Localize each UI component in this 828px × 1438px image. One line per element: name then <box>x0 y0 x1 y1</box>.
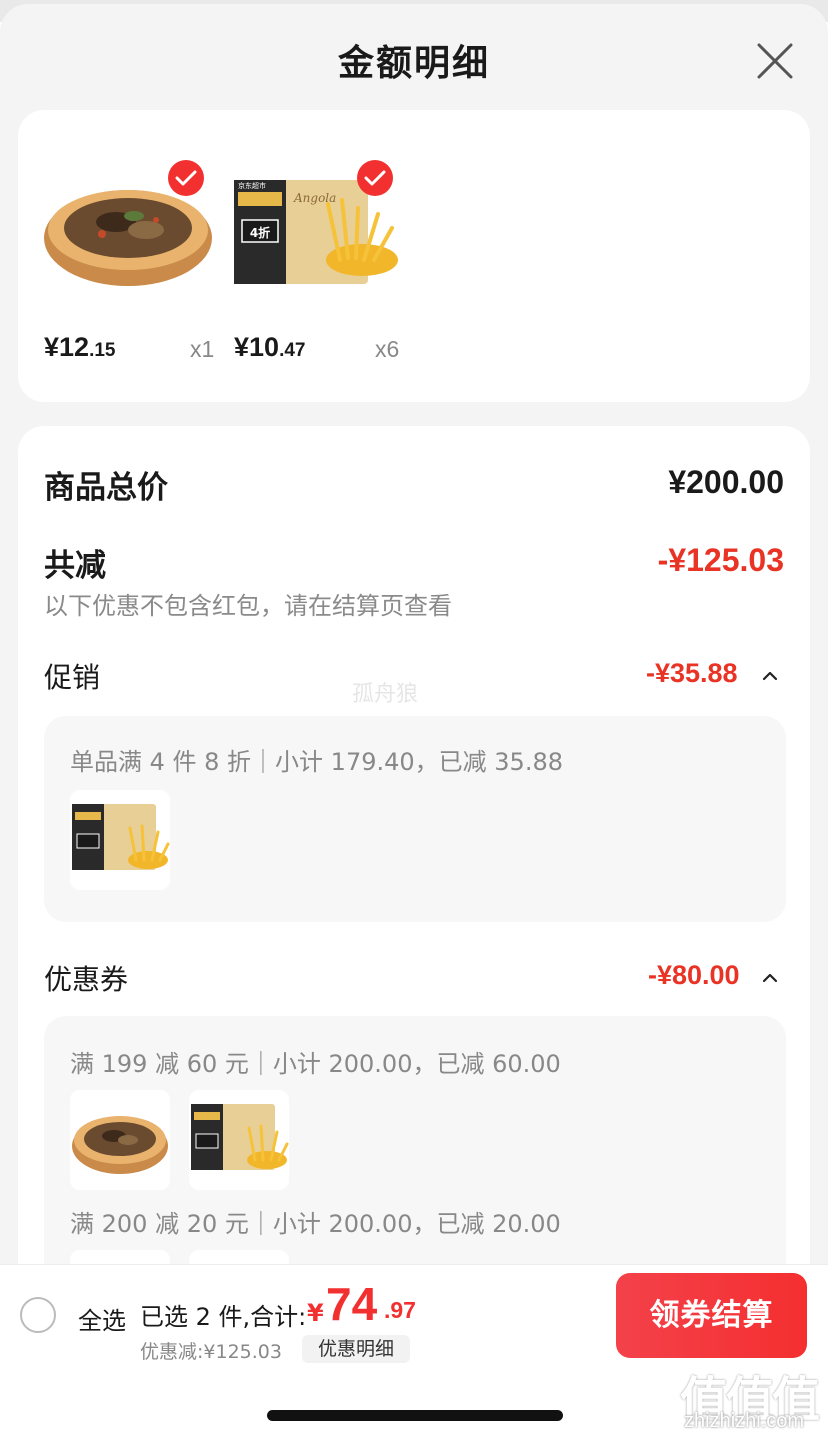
fries-package-image <box>191 1104 289 1170</box>
selected-check-icon[interactable] <box>357 160 393 196</box>
fries-brand-text: Angola <box>293 191 336 205</box>
promotion-rule-text: 单品满 4 件 8 折｜小计 179.40，已减 35.88 <box>70 748 563 776</box>
total-amount-integer: 74 <box>326 1278 378 1330</box>
discount-detail-link[interactable]: 优惠明细 <box>302 1335 410 1363</box>
total-reduce-value: -¥125.03 <box>657 542 784 578</box>
fries-badge-text: 4折 <box>250 225 270 240</box>
fries-store-text: 京东超市 <box>238 181 266 190</box>
total-price-value: ¥200.00 <box>668 464 784 500</box>
checkout-button[interactable]: 领券结算 <box>616 1273 807 1358</box>
coupon-rule-text: 满 200 减 20 元｜小计 200.00，已减 20.00 <box>70 1210 561 1238</box>
home-indicator <box>267 1410 563 1421</box>
select-all-label[interactable]: 全选 <box>78 1301 126 1336</box>
chevron-up-icon[interactable] <box>762 669 778 681</box>
sheet-title: 金额明细 <box>337 43 490 84</box>
chevron-up-icon[interactable] <box>762 971 778 983</box>
total-amount-fraction: .97 <box>384 1297 416 1323</box>
promotion-amount: -¥35.88 <box>646 658 738 688</box>
coupon-product-thumb[interactable] <box>189 1090 289 1190</box>
select-all-radio[interactable] <box>20 1297 56 1333</box>
selected-products-card: ¥12.15 x1 4折 京东超市 Angola ¥10.47 x6 <box>18 110 810 402</box>
coupon-label: 优惠券 <box>44 963 129 996</box>
site-watermark-url: zhizhizhi.com <box>684 1410 805 1432</box>
product-price: ¥10.47 <box>234 332 306 362</box>
promotion-label: 促销 <box>44 661 101 694</box>
total-price-label: 商品总价 <box>44 470 168 506</box>
coupon-product-thumb[interactable] <box>70 1090 170 1190</box>
coupon-amount: -¥80.00 <box>648 960 740 990</box>
product-price: ¥12.15 <box>44 332 116 362</box>
braised-meat-bowl-image <box>72 1116 168 1174</box>
discount-note: 以下优惠不包含红包，请在结算页查看 <box>44 592 452 620</box>
promotion-detail-box: 单品满 4 件 8 折｜小计 179.40，已减 35.88 <box>44 716 786 922</box>
promotion-product-thumb[interactable] <box>70 790 170 890</box>
fries-package-image <box>72 804 170 870</box>
total-reduce-label: 共减 <box>44 548 106 584</box>
coupon-detail-box: 满 199 减 60 元｜小计 200.00，已减 60.00 满 200 减 … <box>44 1016 786 1304</box>
selected-check-icon[interactable] <box>168 160 204 196</box>
discount-summary: 优惠减:¥125.03 <box>140 1341 282 1363</box>
price-breakdown-card: 商品总价 ¥200.00 共减 -¥125.03 以下优惠不包含红包，请在结算页… <box>18 426 810 1304</box>
coupon-rule-text: 满 199 减 60 元｜小计 200.00，已减 60.00 <box>70 1050 561 1078</box>
product-quantity: x6 <box>375 336 400 362</box>
checkout-bar: 全选 已选 2 件,合计: ¥ 74 .97 优惠减:¥125.03 优惠明细 … <box>0 1264 828 1364</box>
product-quantity: x1 <box>190 336 215 362</box>
user-watermark: 孤舟狼 <box>352 682 419 707</box>
amount-detail-sheet: 金额明细 ¥12.15 x1 4折 京东超市 Angola ¥10.47 x6 … <box>0 4 828 1304</box>
total-currency: ¥ <box>307 1299 324 1327</box>
close-icon[interactable] <box>756 42 794 80</box>
selected-count-text: 已选 2 件,合计: <box>140 1303 307 1331</box>
